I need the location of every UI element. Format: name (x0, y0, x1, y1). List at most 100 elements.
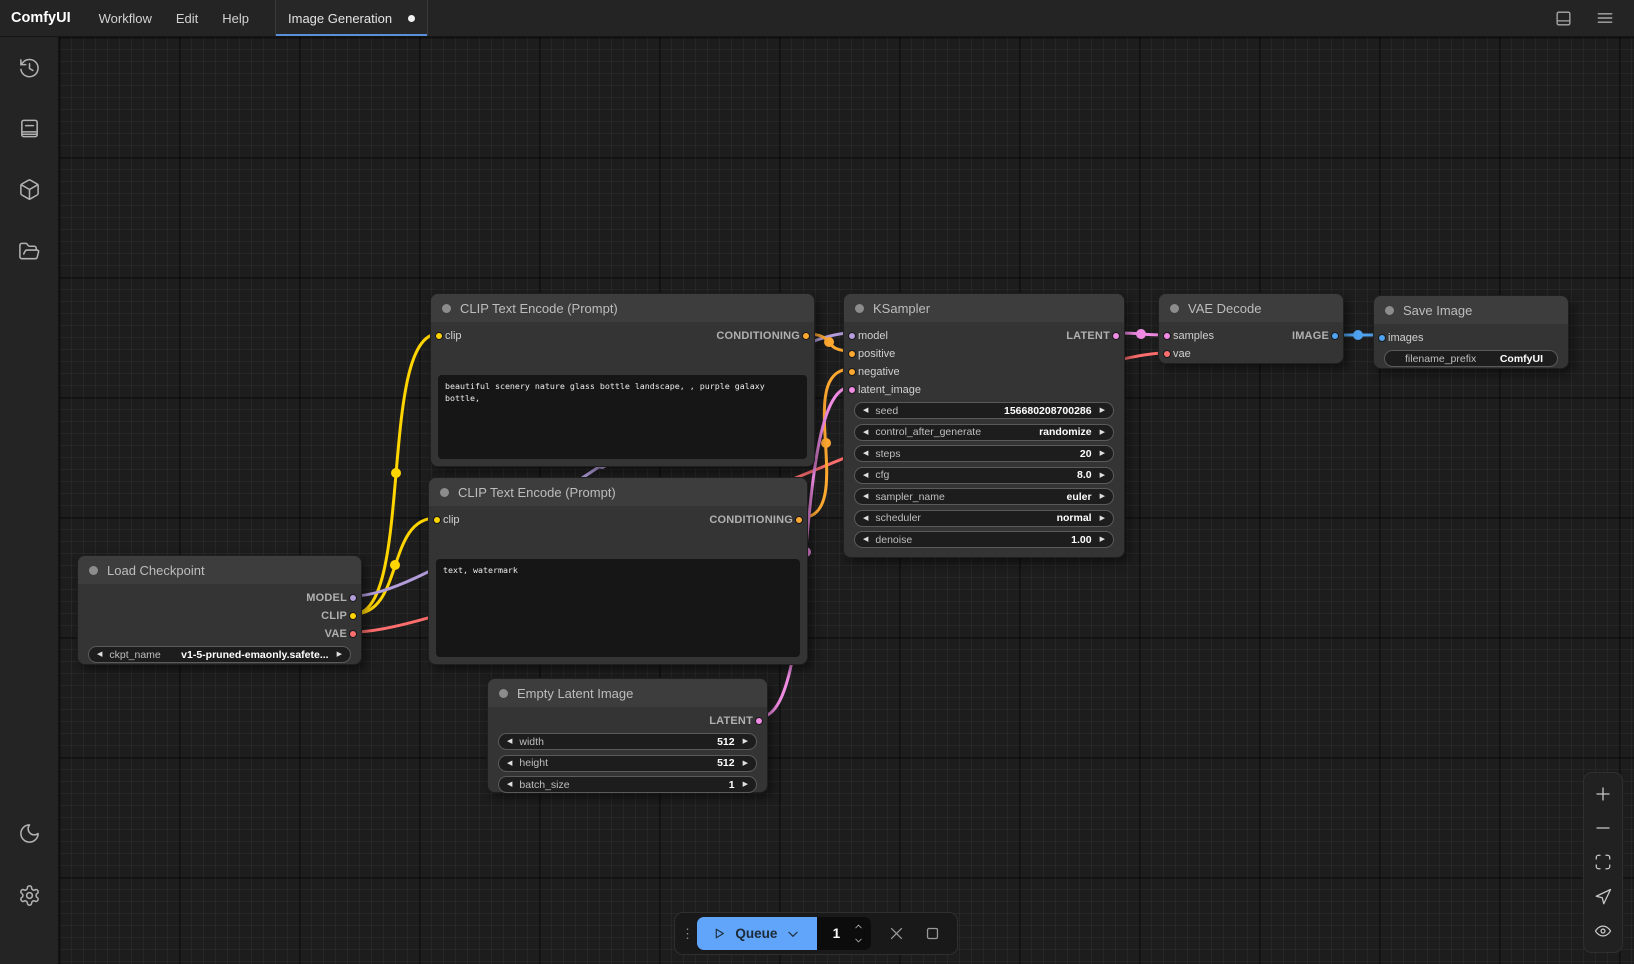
widget-decrement-icon[interactable]: ◀ (507, 760, 512, 767)
widget-decrement-icon[interactable]: ◀ (863, 450, 868, 457)
widget-control-after-generate[interactable]: ◀ control_after_generate randomize ▶ (854, 424, 1114, 441)
node-titlebar[interactable]: CLIP Text Encode (Prompt) (429, 478, 807, 506)
menu-workflow[interactable]: Workflow (87, 0, 164, 36)
input-slot-clip[interactable] (433, 516, 441, 524)
input-slot-samples[interactable] (1163, 332, 1171, 340)
node-load-checkpoint[interactable]: Load Checkpoint MODEL CLIP VAE ◀ ckpt_na… (77, 555, 362, 665)
widget-increment-icon[interactable]: ▶ (1100, 450, 1105, 457)
node-titlebar[interactable]: VAE Decode (1159, 294, 1343, 322)
decrement-icon[interactable] (853, 935, 864, 946)
widget-decrement-icon[interactable]: ◀ (97, 651, 102, 658)
bottom-panel-button[interactable] (1548, 3, 1578, 33)
node-status-dot (1170, 304, 1179, 313)
node-empty-latent-image[interactable]: Empty Latent Image LATENT ◀ width 512 ▶ … (487, 678, 768, 793)
widget-steps[interactable]: ◀ steps 20 ▶ (854, 445, 1114, 462)
sidebar-item-history[interactable] (8, 47, 51, 90)
input-slot-vae[interactable] (1163, 350, 1171, 358)
toggle-links-button[interactable] (1587, 916, 1619, 946)
output-slot-clip[interactable] (349, 612, 357, 620)
clear-queue-button[interactable] (886, 923, 907, 945)
widget-increment-icon[interactable]: ▶ (1100, 407, 1105, 414)
node-body: clip CONDITIONING beautiful scenery natu… (431, 322, 814, 466)
widget-increment-icon[interactable]: ▶ (1100, 493, 1105, 500)
node-clip-text-encode-negative[interactable]: CLIP Text Encode (Prompt) clip CONDITION… (428, 477, 808, 665)
batch-count-field[interactable]: 1 (817, 917, 872, 950)
widget-denoise[interactable]: ◀ denoise 1.00 ▶ (854, 531, 1114, 548)
widget-decrement-icon[interactable]: ◀ (863, 429, 868, 436)
widget-scheduler[interactable]: ◀ scheduler normal ▶ (854, 510, 1114, 527)
widget-decrement-icon[interactable]: ◀ (507, 781, 512, 788)
fit-view-icon (1594, 853, 1612, 871)
select-mode-button[interactable] (1587, 882, 1619, 912)
queue-logs-icon (18, 117, 41, 140)
increment-icon[interactable] (853, 921, 864, 932)
queue-button[interactable]: Queue (697, 917, 817, 950)
input-slot-clip[interactable] (435, 332, 443, 340)
widget-decrement-icon[interactable]: ◀ (863, 407, 868, 414)
stop-button[interactable] (922, 923, 943, 945)
widget-seed[interactable]: ◀ seed 156680208700286 ▶ (854, 402, 1114, 419)
sidebar-item-queue[interactable] (8, 107, 51, 150)
input-slot-latent-image[interactable] (848, 386, 856, 394)
menu-help[interactable]: Help (210, 0, 261, 36)
output-slot-latent[interactable] (1112, 332, 1120, 340)
sidebar-item-node-library[interactable] (8, 168, 51, 211)
widget-decrement-icon[interactable]: ◀ (507, 738, 512, 745)
main-menu-button[interactable] (1590, 3, 1620, 33)
prompt-text-widget[interactable]: beautiful scenery nature glass bottle la… (438, 375, 807, 459)
output-slot-latent[interactable] (755, 717, 763, 725)
node-clip-text-encode-positive[interactable]: CLIP Text Encode (Prompt) clip CONDITION… (430, 293, 815, 467)
node-vae-decode[interactable]: VAE Decode samples IMAGE vae (1158, 293, 1344, 364)
slot-row: negative (844, 363, 1124, 381)
widget-increment-icon[interactable]: ▶ (1100, 536, 1105, 543)
input-slot-model[interactable] (848, 332, 856, 340)
widget-increment-icon[interactable]: ▶ (1100, 429, 1105, 436)
output-slot-conditioning[interactable] (795, 516, 803, 524)
node-titlebar[interactable]: Save Image (1374, 296, 1568, 324)
node-ksampler[interactable]: KSampler model LATENT positive negative … (843, 293, 1125, 558)
sidebar-item-settings[interactable] (8, 874, 51, 917)
input-slot-positive[interactable] (848, 350, 856, 358)
sidebar-item-theme-toggle[interactable] (8, 812, 51, 855)
output-slot-vae[interactable] (349, 630, 357, 638)
widget-increment-icon[interactable]: ▶ (1100, 472, 1105, 479)
widget-width[interactable]: ◀ width 512 ▶ (498, 733, 757, 750)
widget-increment-icon[interactable]: ▶ (743, 738, 748, 745)
output-slot-model[interactable] (349, 594, 357, 602)
fit-view-button[interactable] (1587, 847, 1619, 877)
widget-filename-prefix[interactable]: filename_prefix ComfyUI (1384, 350, 1558, 367)
widget-ckpt-name[interactable]: ◀ ckpt_name v1-5-pruned-emaonly.safete..… (88, 646, 351, 663)
widget-decrement-icon[interactable]: ◀ (863, 536, 868, 543)
widget-batch-size[interactable]: ◀ batch_size 1 ▶ (498, 776, 757, 793)
node-titlebar[interactable]: Load Checkpoint (78, 556, 361, 584)
node-save-image[interactable]: Save Image images filename_prefix ComfyU… (1373, 295, 1569, 369)
widget-sampler-name[interactable]: ◀ sampler_name euler ▶ (854, 488, 1114, 505)
input-slot-negative[interactable] (848, 368, 856, 376)
widget-decrement-icon[interactable]: ◀ (863, 493, 868, 500)
output-slot-conditioning[interactable] (802, 332, 810, 340)
widget-increment-icon[interactable]: ▶ (1100, 515, 1105, 522)
menu-edit[interactable]: Edit (164, 0, 210, 36)
slot-row: CLIP (78, 607, 361, 625)
sidebar-item-workflows[interactable] (8, 230, 51, 273)
widget-decrement-icon[interactable]: ◀ (863, 515, 868, 522)
widget-height[interactable]: ◀ height 512 ▶ (498, 755, 757, 772)
prompt-text-widget[interactable]: text, watermark (436, 559, 800, 657)
widget-decrement-icon[interactable]: ◀ (863, 472, 868, 479)
zoom-in-button[interactable] (1587, 779, 1619, 809)
node-titlebar[interactable]: KSampler (844, 294, 1124, 322)
zoom-out-icon (1594, 819, 1612, 837)
widget-increment-icon[interactable]: ▶ (743, 781, 748, 788)
widget-increment-icon[interactable]: ▶ (337, 651, 342, 658)
node-titlebar[interactable]: CLIP Text Encode (Prompt) (431, 294, 814, 322)
node-titlebar[interactable]: Empty Latent Image (488, 679, 767, 707)
widget-increment-icon[interactable]: ▶ (743, 760, 748, 767)
zoom-out-button[interactable] (1587, 813, 1619, 843)
input-slot-images[interactable] (1378, 334, 1386, 342)
widget-cfg[interactable]: ◀ cfg 8.0 ▶ (854, 467, 1114, 484)
workflow-tab-image-generation[interactable]: Image Generation (275, 0, 428, 36)
node-body: images filename_prefix ComfyUI (1374, 324, 1568, 368)
drag-handle-icon[interactable]: ⋮ (681, 930, 693, 937)
node-title: CLIP Text Encode (Prompt) (458, 485, 616, 500)
output-slot-image[interactable] (1331, 332, 1339, 340)
